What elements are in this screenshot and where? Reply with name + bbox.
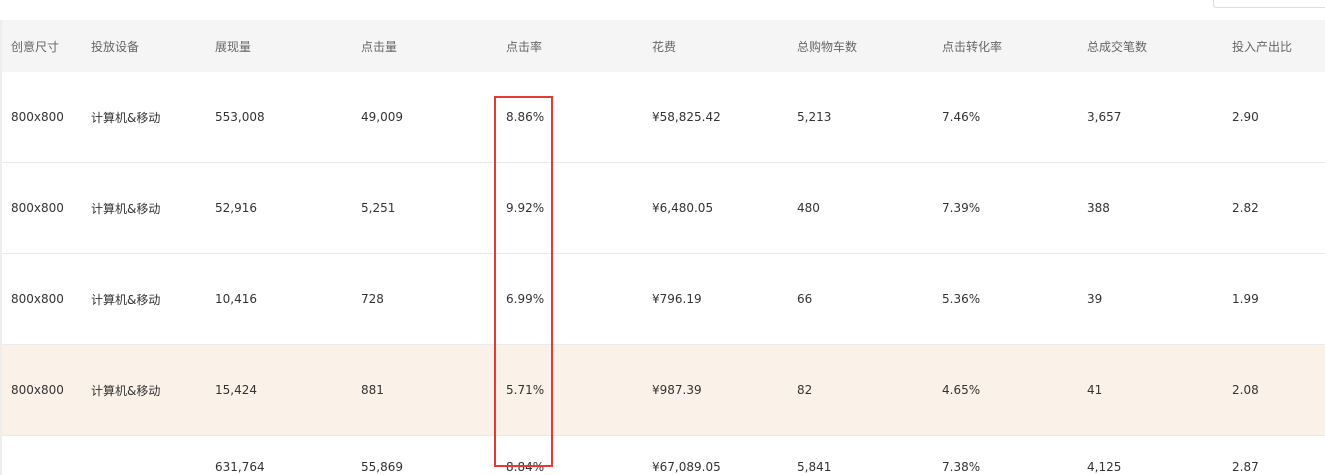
table-row[interactable]: 800x800 计算机&移动 15,424 881 5.71% ¥987.39 … — [2, 344, 1325, 436]
total-cart-total: 5,841 — [797, 460, 832, 474]
cell-clicks: 728 — [352, 253, 497, 345]
total-cost: ¥67,089.05 — [652, 460, 721, 474]
col-header-ctr[interactable]: 点击率 — [497, 20, 643, 72]
cell-conversion-rate: 4.65% — [933, 344, 1078, 436]
cell-impressions: 553,008 — [206, 72, 352, 163]
total-creative-size — [2, 436, 82, 475]
col-header-creative-size[interactable]: 创意尺寸 — [2, 20, 82, 72]
cell-ctr: 5.71% — [497, 344, 643, 436]
cell-impressions: 52,916 — [206, 162, 352, 254]
table-header-row: 创意尺寸 投放设备 展现量 点击量 点击率 花费 总购物车数 点击转化率 总成交… — [2, 20, 1325, 72]
total-clicks: 55,869 — [361, 460, 403, 474]
cell-cart-total: 66 — [788, 253, 933, 345]
total-conversion-rate: 7.38% — [942, 460, 981, 474]
col-header-cost[interactable]: 花费 — [643, 20, 788, 72]
cell-conversion-rate: 7.39% — [933, 162, 1078, 254]
cell-device: 计算机&移动 — [82, 72, 206, 163]
cell-cost: ¥6,480.05 — [643, 162, 788, 254]
cell-device: 计算机&移动 — [82, 162, 206, 254]
cell-impressions: 15,424 — [206, 344, 352, 436]
col-header-conversion-rate[interactable]: 点击转化率 — [933, 20, 1078, 72]
cell-roi: 2.82 — [1223, 162, 1325, 254]
report-page: 创意尺寸 投放设备 展现量 点击量 点击率 花费 总购物车数 点击转化率 总成交… — [0, 0, 1325, 475]
cell-roi: 1.99 — [1223, 253, 1325, 345]
cell-ctr: 8.86% — [497, 72, 643, 163]
col-header-impressions[interactable]: 展现量 — [206, 20, 352, 72]
totals-row: 631,764 55,869 8.84% ¥67,089.05 5,841 7.… — [2, 436, 1325, 475]
cell-cart-total: 5,213 — [788, 72, 933, 163]
cell-conversion-rate: 7.46% — [933, 72, 1078, 163]
cell-creative-size: 800x800 — [2, 253, 82, 345]
table-row[interactable]: 800x800 计算机&移动 52,916 5,251 9.92% ¥6,480… — [2, 162, 1325, 254]
cell-cost: ¥987.39 — [643, 344, 788, 436]
cell-clicks: 5,251 — [352, 162, 497, 254]
cell-cost: ¥58,825.42 — [643, 72, 788, 163]
cell-creative-size: 800x800 — [2, 72, 82, 163]
cell-orders-total: 39 — [1078, 253, 1223, 345]
cell-cart-total: 480 — [788, 162, 933, 254]
top-right-dropdown[interactable] — [1213, 0, 1325, 8]
cell-creative-size: 800x800 — [2, 344, 82, 436]
col-header-roi[interactable]: 投入产出比 — [1223, 20, 1325, 72]
col-header-clicks[interactable]: 点击量 — [352, 20, 497, 72]
total-impressions: 631,764 — [215, 460, 265, 474]
table-row[interactable]: 800x800 计算机&移动 553,008 49,009 8.86% ¥58,… — [2, 72, 1325, 163]
total-orders-total: 4,125 — [1087, 460, 1122, 474]
cell-roi: 2.90 — [1223, 72, 1325, 163]
cell-device: 计算机&移动 — [82, 344, 206, 436]
cell-cost: ¥796.19 — [643, 253, 788, 345]
total-roi: 2.87 — [1232, 460, 1259, 474]
cell-conversion-rate: 5.36% — [933, 253, 1078, 345]
cell-impressions: 10,416 — [206, 253, 352, 345]
col-header-device[interactable]: 投放设备 — [82, 20, 206, 72]
cell-orders-total: 388 — [1078, 162, 1223, 254]
total-ctr: 8.84% — [506, 460, 545, 474]
col-header-orders-total[interactable]: 总成交笔数 — [1078, 20, 1223, 72]
cell-device: 计算机&移动 — [82, 253, 206, 345]
total-device — [82, 436, 206, 475]
cell-ctr: 9.92% — [497, 162, 643, 254]
cell-orders-total: 3,657 — [1078, 72, 1223, 163]
cell-clicks: 881 — [352, 344, 497, 436]
col-header-cart-total[interactable]: 总购物车数 — [788, 20, 933, 72]
cell-ctr: 6.99% — [497, 253, 643, 345]
cell-orders-total: 41 — [1078, 344, 1223, 436]
table-row[interactable]: 800x800 计算机&移动 10,416 728 6.99% ¥796.19 … — [2, 253, 1325, 345]
cell-roi: 2.08 — [1223, 344, 1325, 436]
cell-cart-total: 82 — [788, 344, 933, 436]
creative-report-table: 创意尺寸 投放设备 展现量 点击量 点击率 花费 总购物车数 点击转化率 总成交… — [2, 20, 1325, 475]
cell-clicks: 49,009 — [352, 72, 497, 163]
cell-creative-size: 800x800 — [2, 162, 82, 254]
